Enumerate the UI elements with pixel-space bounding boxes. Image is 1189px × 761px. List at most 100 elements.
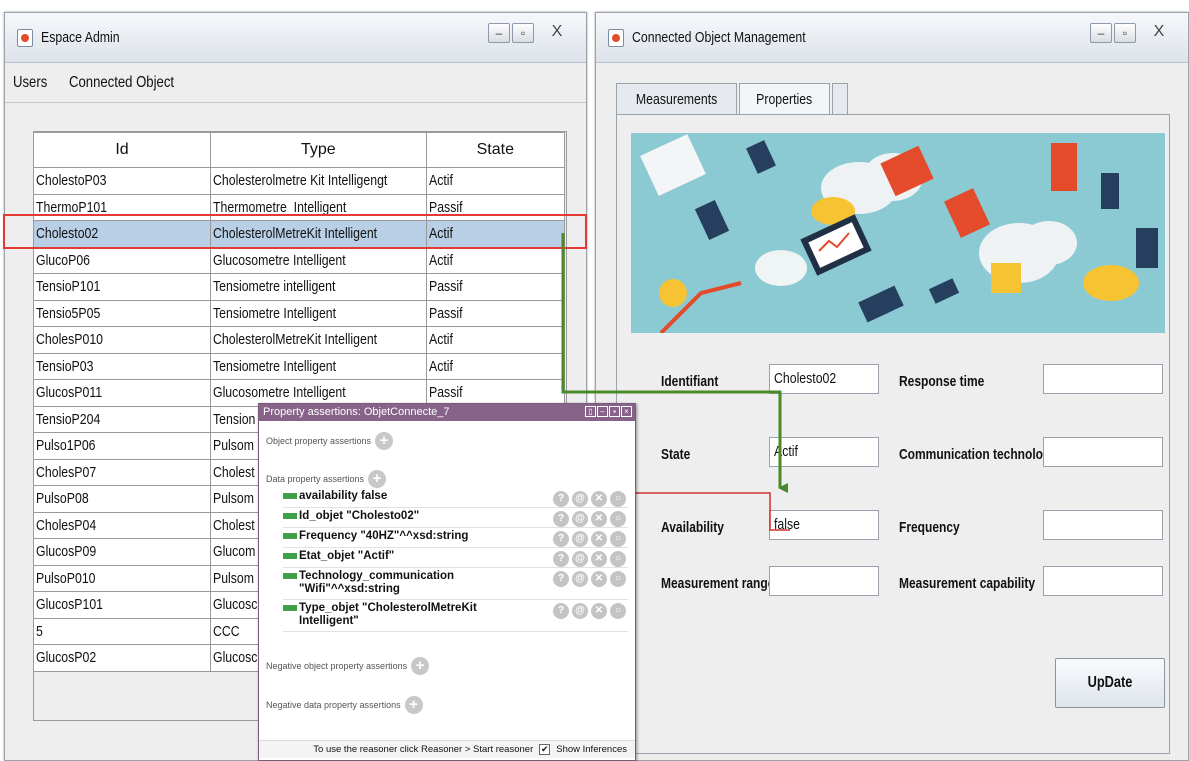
show-inferences-checkbox[interactable]: ✔ (539, 744, 551, 755)
add-object-property-icon[interactable]: + (375, 432, 394, 450)
cell-state[interactable]: Actif (425, 246, 566, 274)
tab-properties[interactable]: Properties (739, 83, 830, 115)
edit-icon[interactable]: ○ (610, 551, 626, 567)
popup-minimize-icon[interactable]: – (597, 406, 608, 417)
add-data-property-icon[interactable]: + (368, 470, 387, 488)
maximize-icon[interactable]: ▫ (1114, 23, 1136, 43)
cell-id[interactable]: Tensio5P05 (33, 299, 211, 327)
delete-icon[interactable]: ✕ (591, 551, 607, 567)
cell-id[interactable]: TensioP204 (33, 405, 211, 433)
cell-type[interactable]: CholesterolMetreKit Intelligent (210, 326, 427, 354)
cell-id[interactable]: GlucosP09 (33, 538, 211, 566)
cell-type[interactable]: Tensiometre intelligent (210, 273, 427, 301)
annotate-icon[interactable]: @ (572, 603, 588, 619)
cell-id[interactable]: Pulso1P06 (33, 432, 211, 460)
cell-id[interactable]: Cholesto02 (33, 220, 211, 248)
minimize-icon[interactable]: – (488, 23, 510, 43)
cell-id[interactable]: PulsoP010 (33, 564, 211, 592)
table-row[interactable]: TensioP03 Tensiometre Intelligent Actif (33, 352, 566, 380)
edit-icon[interactable]: ○ (610, 511, 626, 527)
cell-state[interactable]: Actif (425, 326, 566, 354)
edit-icon[interactable]: ○ (610, 571, 626, 587)
cell-state[interactable]: Passif (425, 193, 566, 221)
cell-type[interactable]: Thermometre_Intelligent (210, 193, 427, 221)
table-row[interactable]: Tensio5P05 Tensiometre Intelligent Passif (33, 299, 566, 327)
cell-type[interactable]: Tensiometre Intelligent (210, 352, 427, 380)
help-icon[interactable]: ? (553, 531, 569, 547)
cell-id[interactable]: TensioP101 (33, 273, 211, 301)
cell-id[interactable]: CholesP07 (33, 458, 211, 486)
cell-state[interactable]: Passif (425, 273, 566, 301)
cell-id[interactable]: 5 (33, 617, 211, 645)
cell-state[interactable]: Actif (425, 220, 566, 248)
cell-type[interactable]: CholesterolMetreKit Intelligent (210, 220, 427, 248)
column-header-state[interactable]: State (425, 132, 566, 168)
delete-icon[interactable]: ✕ (591, 511, 607, 527)
table-row[interactable]: CholestoP03 Cholesterolmetre Kit Intellig… (33, 167, 566, 195)
popup-restore-icon[interactable]: ▯ (585, 406, 596, 417)
help-icon[interactable]: ? (553, 511, 569, 527)
identifiant-field[interactable]: Cholesto02 (769, 364, 879, 394)
cell-type[interactable]: Tensiometre Intelligent (210, 299, 427, 327)
state-field[interactable]: Actif (769, 437, 879, 467)
measurement-capability-field[interactable] (1043, 566, 1163, 596)
menu-users[interactable]: Users (13, 74, 47, 92)
cell-id[interactable]: GlucosP02 (33, 644, 211, 672)
delete-icon[interactable]: ✕ (591, 531, 607, 547)
cell-id[interactable]: CholestoP03 (33, 167, 211, 195)
communication-technology-field[interactable] (1043, 437, 1163, 467)
table-row[interactable]: GlucoP06 Glucosometre Intelligent Actif (33, 246, 566, 274)
column-header-type[interactable]: Type (210, 132, 427, 168)
cell-id[interactable]: CholesP010 (33, 326, 211, 354)
assertion-row[interactable]: Type_objet "CholesterolMetreKit Intellig… (283, 602, 628, 632)
maximize-icon[interactable]: ▫ (512, 23, 534, 43)
popup-close-icon[interactable]: × (621, 406, 632, 417)
cell-id[interactable]: TensioP03 (33, 352, 211, 380)
tab-measurements[interactable]: Measurements (616, 83, 738, 115)
edit-icon[interactable]: ○ (610, 531, 626, 547)
add-negative-object-icon[interactable]: + (411, 657, 430, 675)
measurement-range-field[interactable] (769, 566, 879, 596)
com-titlebar[interactable]: Connected Object Management – ▫ X (596, 13, 1188, 63)
update-button[interactable]: UpDate (1055, 658, 1165, 708)
cell-id[interactable]: GlucoP06 (33, 246, 211, 274)
delete-icon[interactable]: ✕ (591, 603, 607, 619)
cell-type[interactable]: Cholesterolmetre Kit Intelligengt (210, 167, 427, 195)
frequency-field[interactable] (1043, 510, 1163, 540)
annotate-icon[interactable]: @ (572, 571, 588, 587)
help-icon[interactable]: ? (553, 491, 569, 507)
cell-id[interactable]: PulsoP08 (33, 485, 211, 513)
menu-connected-object[interactable]: Connected Object (69, 74, 174, 92)
cell-id[interactable]: GlucosP011 (33, 379, 211, 407)
edit-icon[interactable]: ○ (610, 603, 626, 619)
edit-icon[interactable]: ○ (610, 491, 626, 507)
cell-state[interactable]: Passif (425, 299, 566, 327)
help-icon[interactable]: ? (553, 603, 569, 619)
annotate-icon[interactable]: @ (572, 551, 588, 567)
assertion-row[interactable]: availability false? @ ✕ ○ (283, 490, 628, 508)
table-row[interactable]: ThermoP101 Thermometre_Intelligent Passif (33, 193, 566, 221)
assertion-row[interactable]: Technology_communication "Wifi"^^xsd:str… (283, 570, 628, 600)
add-negative-data-icon[interactable]: + (404, 696, 423, 714)
cell-state[interactable]: Actif (425, 352, 566, 380)
annotate-icon[interactable]: @ (572, 491, 588, 507)
annotate-icon[interactable]: @ (572, 511, 588, 527)
table-row[interactable]: CholesP010 CholesterolMetreKit Intelligen… (33, 326, 566, 354)
tab-empty[interactable] (831, 83, 848, 115)
popup-maximize-icon[interactable]: ▪ (609, 406, 620, 417)
minimize-icon[interactable]: – (1090, 23, 1112, 43)
cell-state[interactable]: Actif (425, 167, 566, 195)
delete-icon[interactable]: ✕ (591, 571, 607, 587)
cell-id[interactable]: ThermoP101 (33, 193, 211, 221)
close-icon[interactable]: X (1138, 23, 1180, 43)
availability-field[interactable]: false (769, 510, 879, 540)
close-icon[interactable]: X (536, 23, 578, 43)
table-row[interactable]: TensioP101 Tensiometre intelligent Passif (33, 273, 566, 301)
response-time-field[interactable] (1043, 364, 1163, 394)
column-header-id[interactable]: Id (33, 132, 211, 168)
cell-type[interactable]: Glucosometre Intelligent (210, 246, 427, 274)
assertion-row[interactable]: Etat_objet "Actif"? @ ✕ ○ (283, 550, 628, 568)
cell-id[interactable]: GlucosP101 (33, 591, 211, 619)
assertion-row[interactable]: Frequency "40HZ"^^xsd:string? @ ✕ ○ (283, 530, 628, 548)
annotate-icon[interactable]: @ (572, 531, 588, 547)
